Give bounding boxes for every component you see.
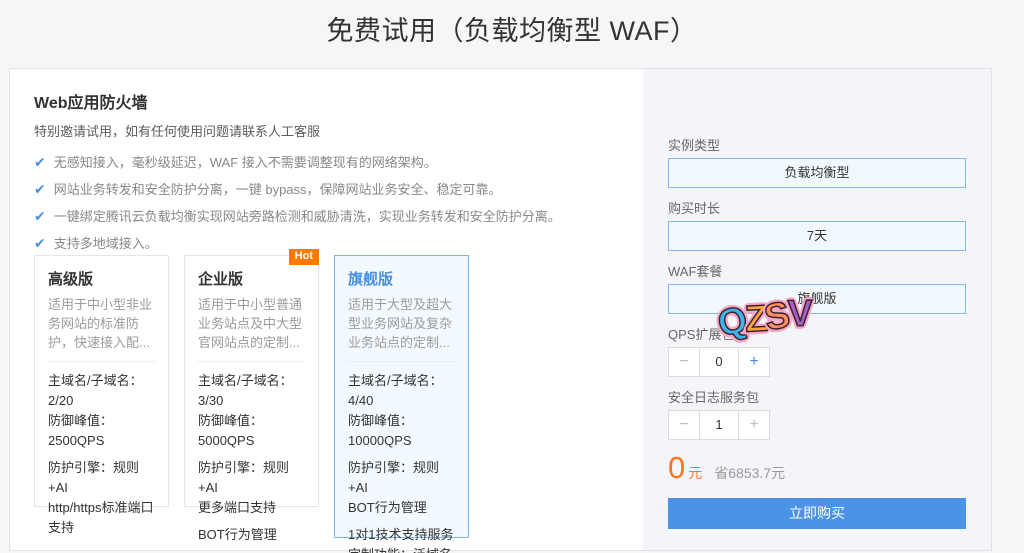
price-row: 0 元 省6853.7元 — [668, 453, 966, 483]
instance-type-select[interactable]: 负载均衡型 — [668, 158, 966, 188]
qps-pack-value[interactable]: 0 — [700, 347, 738, 377]
plan-specs: 防护引擎：规则+AI 更多端口支持 — [198, 458, 305, 518]
feature-item: ✔ 一键绑定腾讯云负载均衡实现网站旁路检测和威胁清洗，实现业务转发和安全防护分离。 — [34, 203, 561, 230]
main-card: Web应用防火墙 特别邀请试用，如有任何使用问题请联系人工客服 ✔ 无感知接入，毫… — [9, 68, 992, 551]
plan-card-ultimate-selected[interactable]: 旗舰版 适用于大型及超大型业务网站及复杂业务站点的定制... 主域名/子域名：4… — [334, 255, 469, 538]
plan-desc: 适用于大型及超大型业务网站及复杂业务站点的定制... — [348, 295, 455, 352]
waf-package-select[interactable]: 旗舰版 — [668, 284, 966, 314]
feature-item: ✔ 无感知接入，毫秒级延迟，WAF 接入不需要调整现有的网络架构。 — [34, 149, 561, 176]
plan-specs: 主域名/子域名：2/20 防御峰值：2500QPS — [48, 371, 155, 451]
feature-text: 支持多地域接入。 — [54, 236, 158, 251]
order-sidebar: 实例类型 负载均衡型 购买时长 7天 WAF套餐 旗舰版 QPS扩展包 − 0 … — [643, 69, 991, 550]
plan-desc: 适用于中小型普通业务站点及中大型官网站点的定制... — [198, 295, 305, 352]
check-icon: ✔ — [34, 181, 46, 197]
log-pack-label: 安全日志服务包 — [668, 390, 966, 405]
log-pack-stepper: − 1 + — [668, 410, 966, 440]
waf-package-label: WAF套餐 — [668, 264, 966, 279]
price-unit: 元 — [688, 463, 702, 483]
price-amount: 0 — [668, 453, 685, 483]
minus-icon[interactable]: − — [668, 410, 700, 440]
buy-now-button[interactable]: 立即购买 — [668, 498, 966, 529]
duration-select[interactable]: 7天 — [668, 221, 966, 251]
qps-pack-stepper: − 0 + — [668, 347, 966, 377]
feature-item: ✔ 网站业务转发和安全防护分离，一键 bypass，保障网站业务安全、稳定可靠。 — [34, 176, 561, 203]
plan-list: 高级版 适用于中小型非业务网站的标准防护，快速接入配... 主域名/子域名：2/… — [34, 255, 469, 538]
minus-icon[interactable]: − — [668, 347, 700, 377]
product-subtitle: 特别邀请试用，如有任何使用问题请联系人工客服 — [34, 121, 320, 140]
plan-specs: BOT行为管理 — [198, 525, 305, 545]
plan-divider — [48, 361, 155, 362]
page-title: 免费试用（负载均衡型 WAF） — [0, 9, 1024, 48]
price-savings: 省6853.7元 — [714, 463, 785, 483]
plan-card-enterprise[interactable]: Hot 企业版 适用于中小型普通业务站点及中大型官网站点的定制... 主域名/子… — [184, 255, 319, 507]
feature-text: 网站业务转发和安全防护分离，一键 bypass，保障网站业务安全、稳定可靠。 — [54, 182, 502, 197]
feature-text: 一键绑定腾讯云负载均衡实现网站旁路检测和威胁清洗，实现业务转发和安全防护分离。 — [54, 209, 561, 224]
check-icon: ✔ — [34, 235, 46, 251]
plan-specs: 1对1技术支持服务 定制功能：泛域名支持 — [348, 525, 455, 553]
plan-specs: 主域名/子域名：3/30 防御峰值：5000QPS — [198, 371, 305, 451]
check-icon: ✔ — [34, 208, 46, 224]
check-icon: ✔ — [34, 154, 46, 170]
waf-trial-page: 免费试用（负载均衡型 WAF） Web应用防火墙 特别邀请试用，如有任何使用问题… — [0, 0, 1024, 553]
instance-type-label: 实例类型 — [668, 138, 966, 153]
hot-badge: Hot — [289, 249, 319, 265]
qps-pack-label: QPS扩展包 — [668, 327, 966, 342]
plus-icon[interactable]: + — [738, 347, 770, 377]
plan-name: 高级版 — [48, 268, 155, 289]
plan-desc: 适用于中小型非业务网站的标准防护，快速接入配... — [48, 295, 155, 352]
log-pack-value[interactable]: 1 — [700, 410, 738, 440]
plus-icon[interactable]: + — [738, 410, 770, 440]
plan-specs: 防护引擎：规则+AI http/https标准端口支持 — [48, 458, 155, 538]
duration-label: 购买时长 — [668, 201, 966, 216]
plan-name: 企业版 — [198, 268, 305, 289]
plan-divider — [348, 361, 455, 362]
plan-name: 旗舰版 — [348, 268, 455, 289]
feature-list: ✔ 无感知接入，毫秒级延迟，WAF 接入不需要调整现有的网络架构。 ✔ 网站业务转发… — [34, 149, 561, 257]
plan-specs: 防护引擎：规则+AI BOT行为管理 — [348, 458, 455, 518]
plan-card-premium[interactable]: 高级版 适用于中小型非业务网站的标准防护，快速接入配... 主域名/子域名：2/… — [34, 255, 169, 507]
feature-text: 无感知接入，毫秒级延迟，WAF 接入不需要调整现有的网络架构。 — [54, 155, 437, 170]
plan-divider — [198, 361, 305, 362]
plan-specs: 主域名/子域名：4/40 防御峰值：10000QPS — [348, 371, 455, 451]
product-title: Web应用防火墙 — [34, 89, 148, 113]
